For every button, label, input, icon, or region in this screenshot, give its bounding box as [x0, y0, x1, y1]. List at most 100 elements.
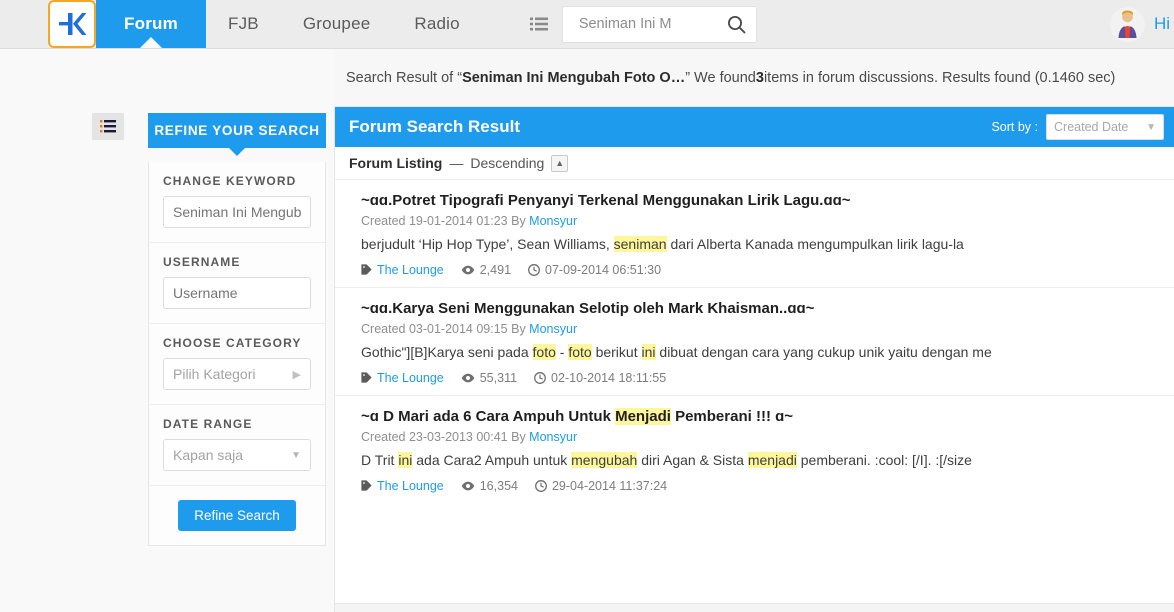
panel-title: Forum Search Result	[349, 117, 520, 136]
snippet-text: Gothic"][B]Karya seni pada	[361, 344, 533, 361]
username-input[interactable]	[163, 277, 311, 309]
nav-tab-radio[interactable]: Radio	[392, 0, 481, 48]
snippet-text: diri Agan & Sista	[637, 451, 748, 468]
result-snippet: D Trit ini ada Cara2 Ampuh untuk menguba…	[361, 451, 1160, 471]
result-author-link[interactable]: Monsyur	[529, 214, 577, 228]
page-body: REFINE YOUR SEARCH CHANGE KEYWORD USERNA…	[0, 49, 1174, 612]
chevron-down-icon: ▼	[1146, 121, 1156, 133]
nav-tab-label: FJB	[228, 14, 259, 33]
result-views-count: 16,354	[479, 478, 518, 493]
result-title-link[interactable]: ~ɑɑ.Potret Tipografi Penyanyi Terkenal M…	[361, 191, 1160, 211]
search-input-wrap	[561, 5, 717, 43]
result-snippet: berjudult ‘Hip Hop Type’, Sean Williams,…	[361, 235, 1160, 255]
result-forum[interactable]: The Lounge	[361, 479, 444, 493]
result-author-link[interactable]: Monsyur	[529, 322, 577, 336]
nav-tab-groupee[interactable]: Groupee	[281, 0, 393, 48]
kaskus-logo[interactable]	[48, 0, 96, 48]
clock-icon	[534, 371, 546, 384]
summary-suffix: items in forum discussions. Results foun…	[763, 69, 1116, 86]
snippet-text: D Trit	[361, 451, 399, 468]
result-item: ~ɑɑ.Potret Tipografi Penyanyi Terkenal M…	[335, 180, 1174, 288]
result-timestamp-value: 02-10-2014 18:11:55	[551, 370, 667, 385]
highlighted-term: Menjadi	[615, 407, 671, 425]
refine-search-button[interactable]: Refine Search	[178, 500, 296, 531]
eye-icon	[461, 373, 475, 383]
highlighted-term: seniman	[613, 236, 667, 253]
forum-search-result-panel: Forum Search Result Sort by : Created Da…	[334, 107, 1174, 603]
result-timestamp: 07-09-2014 06:51:30	[528, 263, 661, 277]
highlighted-term: ini	[641, 344, 656, 361]
summary-count: 3	[755, 69, 764, 86]
result-footer: The Lounge 16,354 29-04-2014 11:37:24	[361, 479, 1160, 493]
result-views-count: 55,311	[479, 370, 518, 385]
result-forum-link[interactable]: The Lounge	[377, 263, 444, 277]
refine-search-panel: REFINE YOUR SEARCH CHANGE KEYWORD USERNA…	[148, 113, 326, 546]
snippet-text: pemberani. :cool: [/I]. :[/size	[796, 451, 972, 468]
search-category-icon[interactable]	[515, 5, 562, 43]
listing-order: Descending	[470, 155, 545, 171]
clock-icon	[535, 479, 547, 492]
avatar[interactable]	[1109, 6, 1145, 42]
nav-tab-label: Groupee	[302, 14, 371, 33]
sort-by-value: Created Date	[1054, 120, 1129, 134]
avatar-image	[1109, 6, 1145, 42]
search-button[interactable]	[716, 5, 757, 43]
result-forum-link[interactable]: The Lounge	[377, 479, 444, 493]
top-navbar: Forum FJB Groupee Radio Seniman Ini M Hi	[0, 0, 1174, 49]
user-greeting: Hi	[1153, 14, 1170, 33]
refine-search-header[interactable]: REFINE YOUR SEARCH	[148, 113, 326, 156]
result-title-link[interactable]: ~ɑɑ.Karya Seni Menggunakan Selotip oleh …	[361, 299, 1160, 319]
result-views: 2,491	[461, 263, 511, 277]
highlighted-term: mengubah	[571, 451, 638, 468]
chevron-right-icon: ▶	[292, 368, 301, 381]
chevron-down-icon: ▼	[291, 449, 301, 461]
clock-icon	[528, 263, 540, 276]
nav-tab-label: Forum	[124, 14, 178, 33]
tag-icon	[361, 480, 372, 491]
nav-tab-forum[interactable]: Forum	[96, 0, 206, 48]
result-list: ~ɑɑ.Potret Tipografi Penyanyi Terkenal M…	[335, 180, 1174, 503]
result-timestamp-value: 07-09-2014 06:51:30	[545, 262, 662, 277]
choose-category-value: Pilih Kategori	[173, 366, 256, 382]
refine-group-keyword: CHANGE KEYWORD	[149, 162, 325, 243]
result-forum[interactable]: The Lounge	[361, 263, 444, 277]
refine-group-daterange: DATE RANGE Kapan saja ▼	[149, 405, 325, 486]
change-keyword-input[interactable]	[163, 196, 311, 228]
snippet-text: berikut	[591, 344, 642, 361]
result-forum-link[interactable]: The Lounge	[377, 371, 444, 385]
result-timestamp: 02-10-2014 18:11:55	[534, 371, 666, 385]
list-icon	[529, 17, 548, 31]
date-range-select[interactable]: Kapan saja ▼	[163, 439, 311, 471]
user-menu[interactable]: Hi	[1109, 0, 1174, 48]
result-title-link[interactable]: ~ɑ D Mari ada 6 Cara Ampuh Untuk Menjadi…	[361, 407, 1160, 427]
sort-by-control: Sort by : Created Date ▼	[991, 114, 1164, 140]
highlighted-term: ini	[398, 451, 413, 468]
list-view-toggle-button[interactable]	[92, 113, 124, 140]
search-result-summary: Search Result of “Seniman Ini Mengubah F…	[334, 49, 1174, 107]
search-input[interactable]	[576, 15, 711, 33]
result-footer: The Lounge 2,491 07-09-2014 06:51:30	[361, 263, 1160, 277]
result-meta: Created 19-01-2014 01:23 By Monsyur	[361, 214, 1160, 228]
snippet-text: Pemberani !!! ɑ~	[670, 407, 794, 425]
result-views-count: 2,491	[479, 262, 512, 277]
panel-header: Forum Search Result Sort by : Created Da…	[335, 107, 1174, 147]
choose-category-select[interactable]: Pilih Kategori ▶	[163, 358, 311, 390]
result-timestamp: 29-04-2014 11:37:24	[535, 479, 667, 493]
result-item: ~ɑɑ.Karya Seni Menggunakan Selotip oleh …	[335, 288, 1174, 396]
nav-tab-fjb[interactable]: FJB	[206, 0, 281, 48]
result-views: 55,311	[461, 371, 517, 385]
eye-icon	[461, 481, 475, 490]
forum-listing-label: Forum Listing	[349, 155, 443, 171]
result-forum[interactable]: The Lounge	[361, 371, 444, 385]
summary-middle: ” We found	[685, 69, 756, 86]
snippet-text: ada Cara2 Ampuh untuk	[412, 451, 572, 468]
refine-caret-icon	[229, 148, 245, 156]
sort-by-select[interactable]: Created Date ▼	[1046, 114, 1164, 140]
snippet-text: berjudult ‘Hip Hop Type’, Sean Williams,	[361, 236, 614, 253]
summary-prefix: Search Result of “	[346, 69, 463, 86]
forum-listing-bar: Forum Listing — Descending ▲	[335, 147, 1174, 180]
active-tab-arrow	[140, 37, 162, 48]
highlighted-term: foto	[532, 344, 556, 361]
sort-direction-toggle[interactable]: ▲	[551, 154, 569, 172]
result-author-link[interactable]: Monsyur	[529, 430, 577, 444]
